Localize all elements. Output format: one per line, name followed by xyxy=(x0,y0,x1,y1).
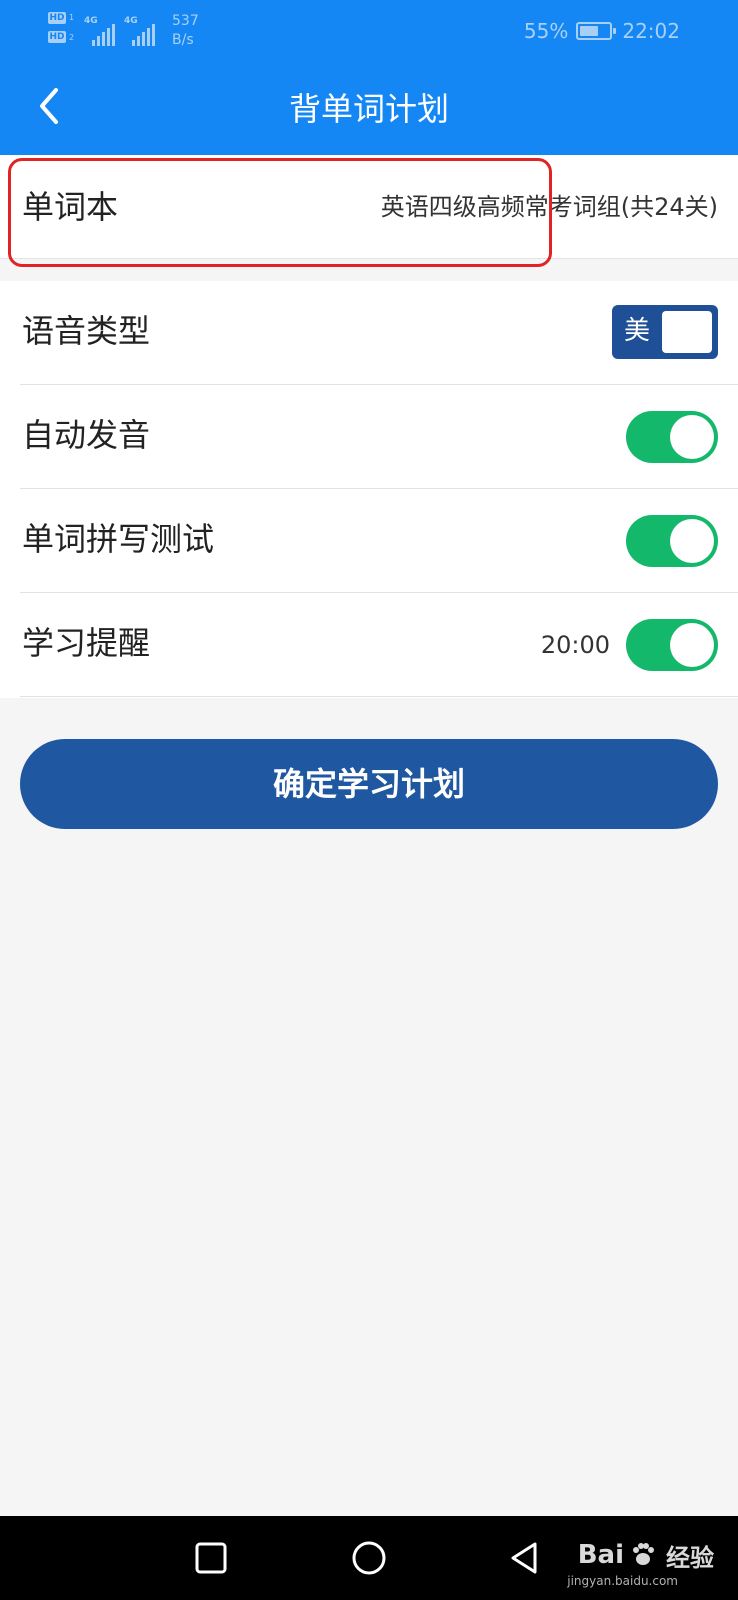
hd-badge-1-sub: 1 xyxy=(69,13,75,22)
circle-icon xyxy=(352,1541,386,1575)
network-rate-value: 537 xyxy=(172,13,199,29)
study-reminder-label: 学习提醒 xyxy=(22,624,151,662)
status-bar-right: 55% 22:02 xyxy=(524,18,680,44)
toggle-knob xyxy=(670,415,714,459)
battery-icon xyxy=(576,22,617,40)
voice-switch-knob xyxy=(662,311,712,353)
auto-pronounce-toggle[interactable] xyxy=(626,411,718,463)
study-reminder-time[interactable]: 20:00 xyxy=(541,629,610,661)
hd-badge-2: HD xyxy=(48,31,66,43)
study-reminder-toggle[interactable] xyxy=(626,619,718,671)
hd-badge-2-sub: 2 xyxy=(69,33,75,42)
watermark-brand-right: 经验 xyxy=(666,1543,714,1572)
watermark-url: jingyan.baidu.com xyxy=(567,1574,678,1588)
battery-percent: 55% xyxy=(523,19,569,43)
recent-apps-button[interactable] xyxy=(189,1536,233,1580)
confirm-plan-button[interactable]: 确定学习计划 xyxy=(20,739,718,829)
signal-icon-2: 4G xyxy=(124,16,164,46)
paw-icon xyxy=(633,1543,654,1565)
baidu-watermark: Bai 经验 xyxy=(578,1530,714,1580)
nav-back-button[interactable] xyxy=(503,1536,547,1580)
square-icon xyxy=(195,1542,227,1574)
network-rate: 537 B/s xyxy=(172,12,199,50)
network-type-2: 4G xyxy=(124,16,138,26)
toggle-knob xyxy=(670,519,714,563)
auto-pronounce-label: 自动发音 xyxy=(22,416,151,454)
voice-type-value: 美 xyxy=(624,316,651,346)
home-button[interactable] xyxy=(347,1536,391,1580)
setting-auto-pronounce: 自动发音 xyxy=(20,385,738,489)
setting-spelling-test: 单词拼写测试 xyxy=(20,489,738,593)
spelling-test-label: 单词拼写测试 xyxy=(22,520,215,558)
network-rate-unit: B/s xyxy=(172,32,194,48)
status-time: 22:02 xyxy=(622,19,680,43)
spelling-test-toggle[interactable] xyxy=(626,515,718,567)
annotation-highlight-box xyxy=(8,158,552,267)
voice-type-switch[interactable]: 美 xyxy=(612,305,718,359)
voice-type-label: 语音类型 xyxy=(22,312,151,350)
network-type-1: 4G xyxy=(84,16,98,26)
triangle-back-icon xyxy=(511,1542,537,1574)
setting-voice-type: 语音类型 美 xyxy=(20,281,738,385)
page-title: 背单词计划 xyxy=(288,90,449,128)
watermark-brand-left: Bai xyxy=(577,1540,624,1570)
setting-study-reminder: 学习提醒 20:00 xyxy=(20,593,738,697)
signal-icon-1: 4G xyxy=(84,16,124,46)
hd-badge-1: HD xyxy=(48,12,66,24)
settings-list: 语音类型 美 自动发音 单词拼写测试 学习提醒 20:00 xyxy=(0,281,738,698)
app-header: HD 1 HD 2 4G 4G 537 B/s 55% 22:02 背单词计划 xyxy=(0,0,738,155)
toggle-knob xyxy=(670,623,714,667)
